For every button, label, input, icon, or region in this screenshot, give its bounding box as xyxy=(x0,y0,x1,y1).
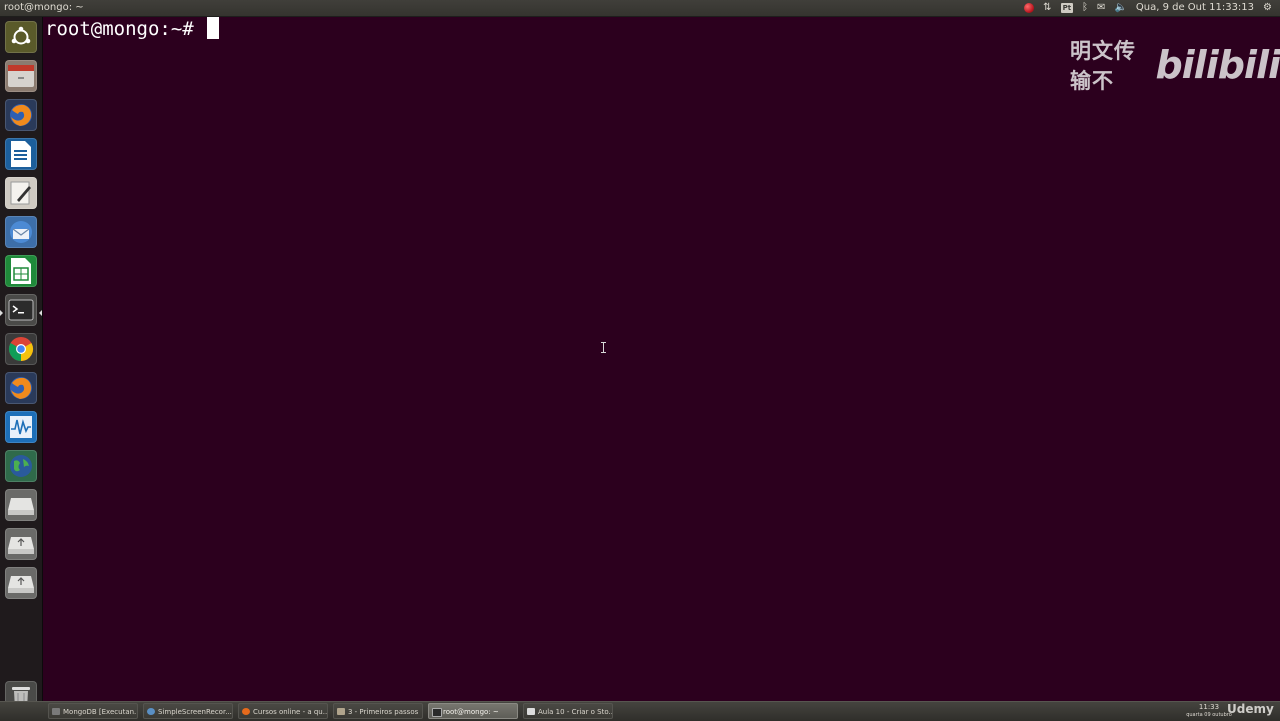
launcher xyxy=(0,17,43,713)
system-monitor-button[interactable] xyxy=(5,411,37,443)
firefox-icon xyxy=(242,708,250,715)
mail-client-icon xyxy=(10,221,32,243)
files-button[interactable] xyxy=(5,60,37,92)
file-cabinet-icon xyxy=(8,65,34,87)
gear-icon[interactable]: ⚙ xyxy=(1263,0,1272,16)
datetime[interactable]: Qua, 9 de Out 11:33:13 xyxy=(1136,0,1254,16)
writer-button[interactable] xyxy=(5,138,37,170)
taskbar-item-screen-recorder[interactable]: SimpleScreenRecor... xyxy=(143,703,233,719)
globe-app-button[interactable] xyxy=(5,450,37,482)
taskbar-item-label: Cursos online - a qu... xyxy=(253,708,328,716)
terminal-icon xyxy=(432,708,442,717)
taskbar: MongoDB [Executan... SimpleScreenRecor..… xyxy=(0,701,1280,721)
window-title: root@mongo: ~ xyxy=(4,2,84,13)
calc-button[interactable] xyxy=(5,255,37,287)
ubuntu-logo-icon xyxy=(11,26,31,45)
text-editor-button[interactable] xyxy=(5,177,37,209)
firefox-icon xyxy=(10,104,32,126)
terminal-window[interactable]: root@mongo:~# 明文传输不 bilibili xyxy=(43,17,1280,701)
watermark-chinese-text: 明文传输不 xyxy=(1070,39,1136,93)
usb-drive-icon xyxy=(8,537,34,554)
usb-drive-icon xyxy=(8,576,34,593)
taskbar-item-browser[interactable]: Cursos online - a qu... xyxy=(238,703,328,719)
recorder-icon xyxy=(147,708,155,715)
taskbar-item-document[interactable]: Aula 10 - Criar o Sto... xyxy=(523,703,613,719)
recording-dot-icon[interactable] xyxy=(1024,3,1035,13)
taskbar-item-label: MongoDB [Executan... xyxy=(63,708,138,716)
taskbar-item-label: SimpleScreenRecor... xyxy=(158,708,232,716)
bluetooth-icon[interactable]: ᛒ xyxy=(1082,0,1088,16)
taskbar-item-label: 3 - Primeiros passos xyxy=(348,708,419,716)
firefox-icon xyxy=(10,377,32,399)
globe-icon xyxy=(10,455,32,477)
running-indicator xyxy=(0,310,3,316)
bilibili-watermark: 明文传输不 bilibili xyxy=(1070,39,1280,93)
chrome-icon xyxy=(8,337,34,361)
keyboard-layout-badge[interactable]: Pt xyxy=(1060,3,1074,13)
taskbar-item-mongodb[interactable]: MongoDB [Executan... xyxy=(48,703,138,719)
prompt-text: root@mongo:~# xyxy=(45,18,206,40)
firefox-secondary-button[interactable] xyxy=(5,372,37,404)
taskbar-item-label: Aula 10 - Criar o Sto... xyxy=(538,708,613,716)
document-icon xyxy=(527,708,535,715)
focused-indicator xyxy=(39,310,42,316)
network-updown-icon[interactable]: ⇅ xyxy=(1043,0,1051,16)
envelope-icon[interactable]: ✉ xyxy=(1097,0,1105,16)
mouse-ibeam-cursor xyxy=(601,342,607,353)
indicator-area: ⇅ Pt ᛒ ✉ 🔈 Qua, 9 de Out 11:33:13 ⚙ xyxy=(1024,0,1272,16)
usb-drive-1-button[interactable] xyxy=(5,528,37,560)
thunderbird-button[interactable] xyxy=(5,216,37,248)
terminal-button[interactable] xyxy=(5,294,37,326)
text-cursor xyxy=(207,17,220,39)
udemy-logo: Udemy xyxy=(1227,702,1274,716)
taskbar-item-folder[interactable]: 3 - Primeiros passos xyxy=(333,703,423,719)
taskbar-item-label: root@mongo: ~ xyxy=(443,708,499,716)
drive-icon xyxy=(8,498,34,515)
usb-drive-2-button[interactable] xyxy=(5,567,37,599)
chrome-button[interactable] xyxy=(5,333,37,365)
app-window-icon xyxy=(52,708,60,715)
dash-home-button[interactable] xyxy=(5,21,37,53)
text-editor-icon xyxy=(10,181,31,205)
terminal-prompt: root@mongo:~# xyxy=(45,17,220,41)
drive-button[interactable] xyxy=(5,489,37,521)
firefox-button[interactable] xyxy=(5,99,37,131)
top-panel: root@mongo: ~ ⇅ Pt ᛒ ✉ 🔈 Qua, 9 de Out 1… xyxy=(0,0,1280,17)
terminal-icon xyxy=(8,299,34,321)
writer-icon xyxy=(11,141,31,167)
speaker-icon[interactable]: 🔈 xyxy=(1114,0,1126,16)
taskbar-item-terminal[interactable]: root@mongo: ~ xyxy=(428,703,518,719)
calc-icon xyxy=(11,258,31,284)
bilibili-logo: bilibili xyxy=(1155,43,1280,87)
folder-icon xyxy=(337,708,345,715)
monitor-graph-icon xyxy=(10,416,32,438)
